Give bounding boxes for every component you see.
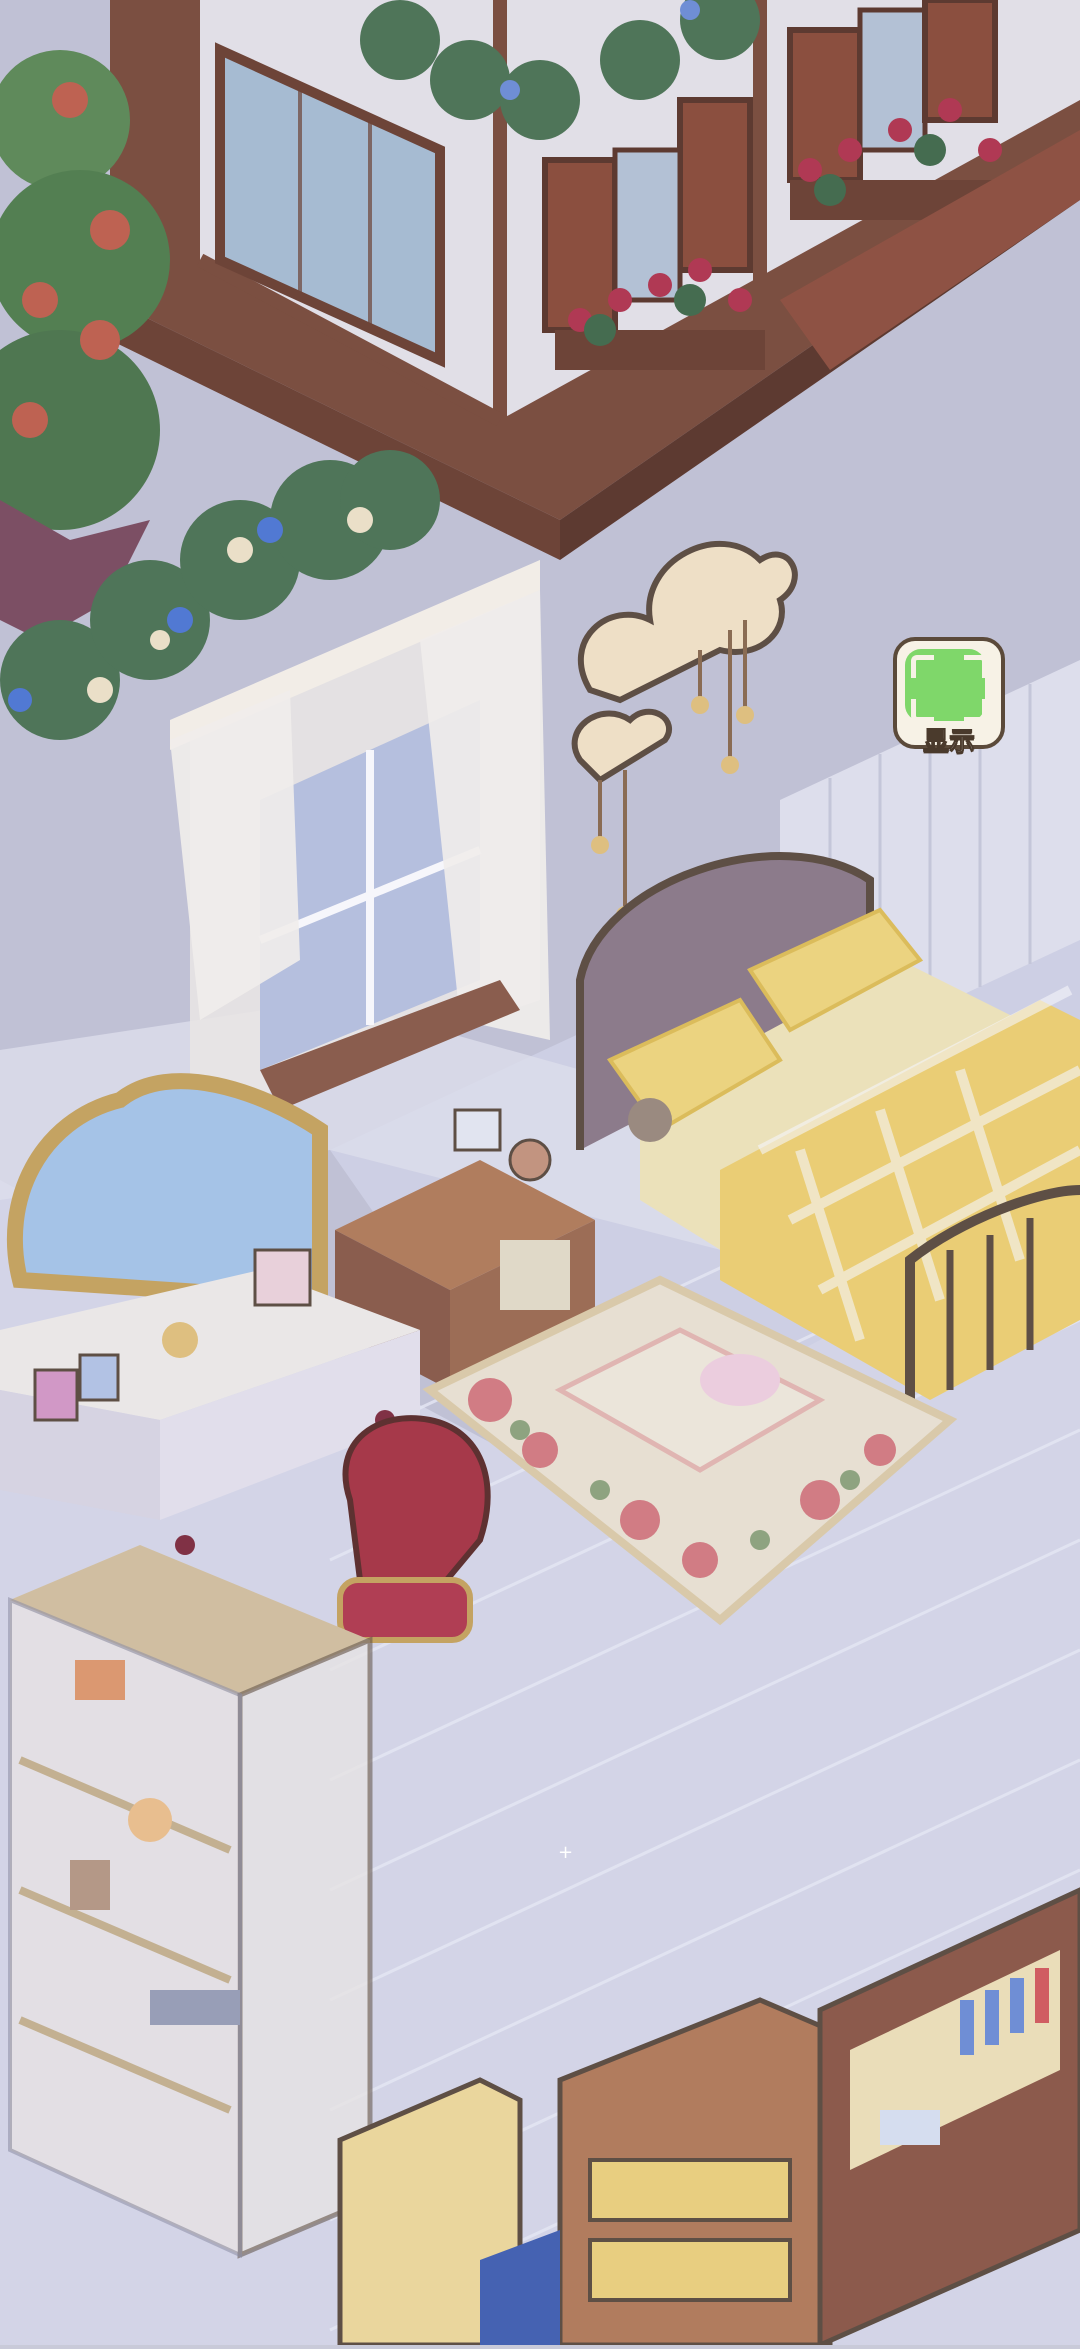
corner-bottom-right: [964, 699, 987, 722]
corner-top-right: [964, 655, 987, 678]
game-room-scene[interactable]: +: [0, 0, 1080, 2349]
corner-top-left: [911, 655, 934, 678]
corner-bottom-left: [911, 699, 934, 722]
show-button-label: 显示: [922, 727, 975, 758]
show-button[interactable]: 显示: [893, 637, 1005, 758]
svg-text:+: +: [558, 1842, 573, 1863]
